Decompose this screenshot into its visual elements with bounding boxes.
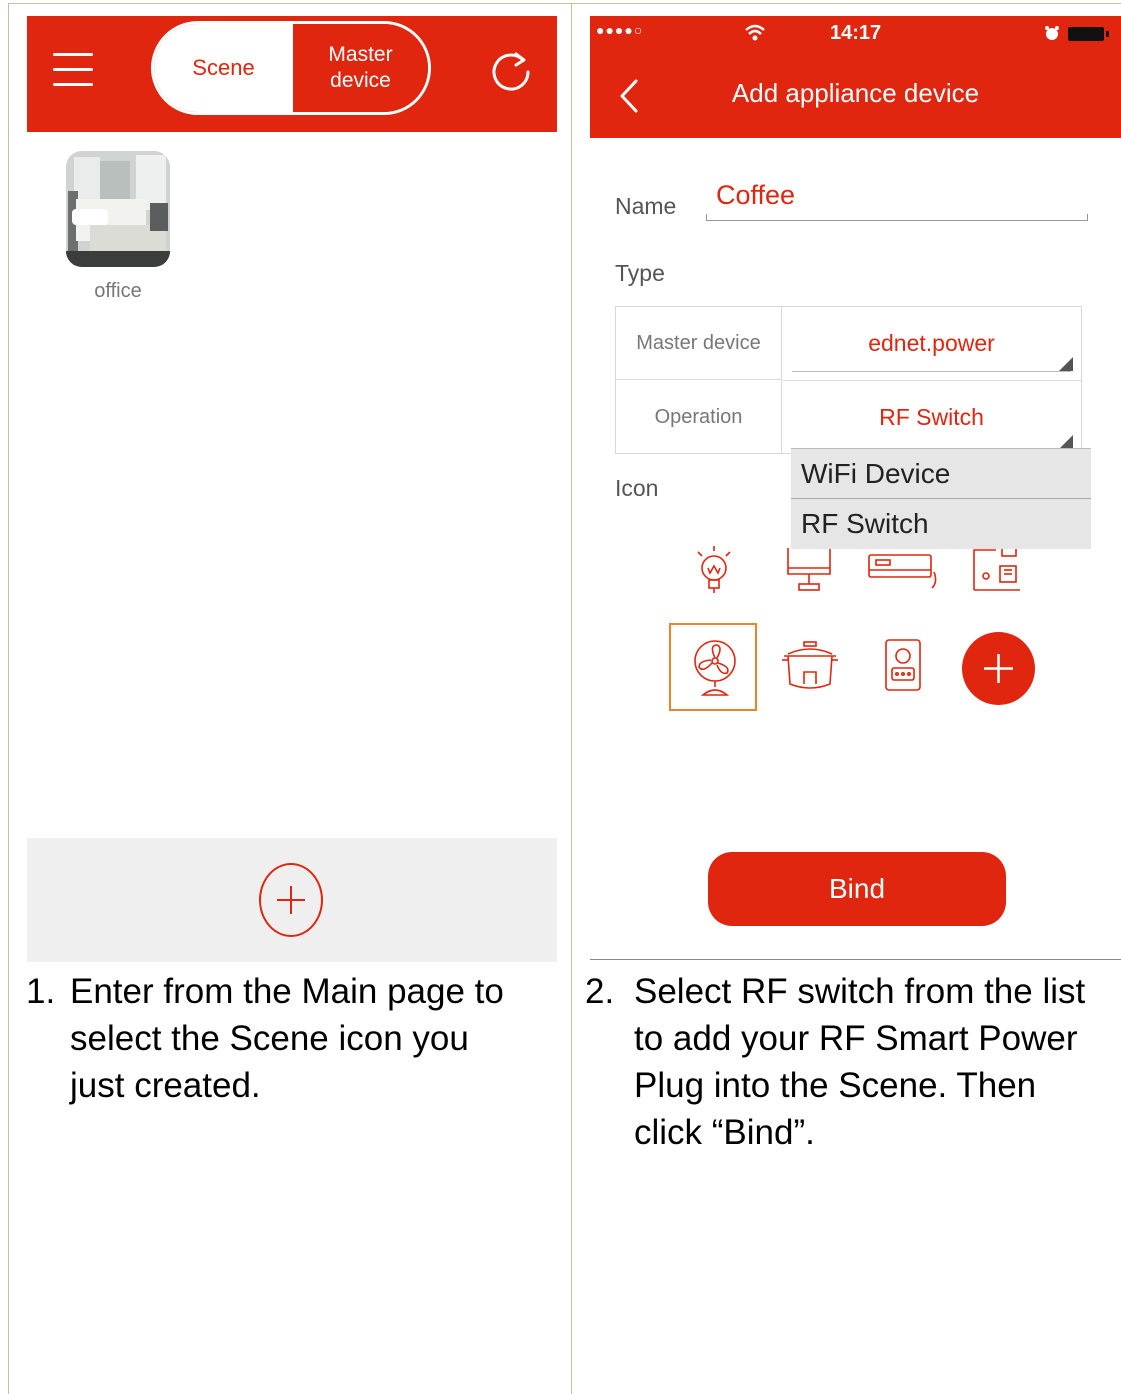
battery-tip bbox=[1106, 31, 1109, 37]
alarm-icon bbox=[1045, 26, 1059, 40]
fan-icon bbox=[694, 640, 736, 696]
dropdown-triangle-icon bbox=[1059, 435, 1073, 449]
left-bottom-bar bbox=[27, 838, 557, 962]
master-tab-line2: device bbox=[330, 69, 391, 92]
add-icon[interactable] bbox=[962, 632, 1035, 705]
scene-device-toggle: Scene Master device bbox=[151, 21, 431, 115]
name-label: Name bbox=[615, 193, 677, 219]
scene-office-label: office bbox=[94, 280, 142, 302]
page-title: Add appliance device bbox=[731, 78, 980, 108]
step1-line: just created. bbox=[70, 1066, 261, 1105]
battery-icon bbox=[1068, 27, 1104, 41]
plus-icon bbox=[984, 654, 1013, 683]
tab-master-device[interactable]: Master device bbox=[293, 24, 428, 112]
bedroom-photo-icon bbox=[66, 151, 170, 267]
name-field[interactable]: Coffee bbox=[706, 178, 1088, 221]
page-border-left bbox=[8, 3, 9, 1394]
type-label: Type bbox=[615, 260, 665, 286]
type-table: Master device ednet.power Operation RF S… bbox=[615, 306, 1082, 454]
name-field-value: Coffee bbox=[716, 180, 796, 210]
icon-label: Icon bbox=[615, 475, 659, 501]
bulb-icon[interactable] bbox=[690, 542, 738, 598]
scene-office-thumbnail[interactable] bbox=[66, 151, 170, 267]
add-scene-button[interactable] bbox=[259, 863, 323, 937]
hamburger-icon[interactable] bbox=[27, 46, 117, 96]
step2-line: Plug into the Scene. Then bbox=[634, 1066, 1037, 1105]
wifi-icon bbox=[745, 24, 765, 41]
step2-line: to add your RF Smart Power bbox=[634, 1019, 1078, 1058]
right-screen-bottom-rule bbox=[590, 959, 1121, 960]
step2-line: click “Bind”. bbox=[634, 1113, 815, 1152]
right-app-header: ●●●●○ 14:17 Add appliance device bbox=[590, 16, 1121, 138]
operation-dropdown-list: WiFi Device RF Switch bbox=[791, 448, 1091, 549]
master-device-label: Master device bbox=[616, 307, 782, 380]
dropdown-option-rf-switch[interactable]: RF Switch bbox=[791, 499, 1091, 548]
speaker-icon[interactable] bbox=[880, 636, 926, 696]
left-app-header: Scene Master device bbox=[27, 16, 557, 132]
page-border-top bbox=[8, 3, 1121, 4]
dropdown-option-wifi-device[interactable]: WiFi Device bbox=[791, 449, 1091, 498]
rice-cooker-icon[interactable] bbox=[780, 640, 840, 694]
step1-number: 1. bbox=[26, 972, 56, 1011]
bind-button[interactable]: Bind bbox=[708, 852, 1006, 926]
dropdown-triangle-icon bbox=[1059, 357, 1073, 371]
operation-value: RF Switch bbox=[879, 404, 984, 430]
monitor-icon[interactable] bbox=[784, 546, 834, 594]
refresh-icon[interactable] bbox=[487, 48, 535, 96]
step2-line: Select RF switch from the list bbox=[634, 972, 1086, 1011]
master-device-select[interactable]: ednet.power bbox=[782, 307, 1081, 380]
master-device-value: ednet.power bbox=[868, 330, 995, 356]
fan-icon-selected[interactable] bbox=[669, 623, 757, 711]
step1-line: select the Scene icon you bbox=[70, 1019, 469, 1058]
master-tab-line1: Master bbox=[328, 43, 393, 66]
signal-strength: ●●●●○ bbox=[596, 22, 644, 38]
step2-number: 2. bbox=[585, 972, 615, 1011]
plus-circle-icon bbox=[277, 886, 305, 914]
operation-label: Operation bbox=[616, 381, 782, 454]
coffee-maker-icon[interactable] bbox=[970, 542, 1026, 594]
status-time: 14:17 bbox=[830, 22, 882, 44]
air-conditioner-icon[interactable] bbox=[866, 552, 942, 592]
step1-line: Enter from the Main page to bbox=[70, 972, 504, 1011]
tab-scene[interactable]: Scene bbox=[154, 24, 293, 112]
operation-select[interactable]: RF Switch bbox=[782, 381, 1081, 454]
column-divider bbox=[571, 3, 572, 1394]
